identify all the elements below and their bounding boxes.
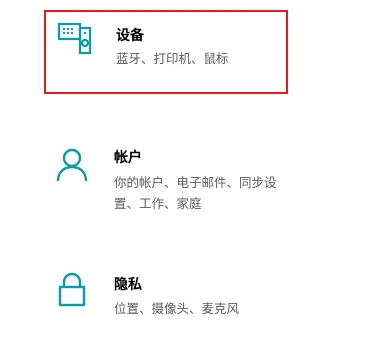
devices-tile[interactable]: 设备 蓝牙、打印机、鼠标 <box>44 10 288 94</box>
lock-icon <box>54 271 90 307</box>
privacy-title: 隐私 <box>114 277 142 293</box>
accounts-title: 帐户 <box>114 150 142 166</box>
devices-icon <box>56 20 92 56</box>
accounts-tile[interactable]: 帐户 你的帐户、电子邮件、同步设置、工作、家庭 <box>44 142 288 222</box>
devices-description: 蓝牙、打印机、鼠标 <box>116 51 229 66</box>
person-icon <box>54 146 90 182</box>
accounts-description: 你的帐户、电子邮件、同步设置、工作、家庭 <box>114 175 277 211</box>
privacy-description: 位置、摄像头、麦克风 <box>114 301 240 316</box>
devices-title: 设备 <box>116 28 144 44</box>
privacy-tile[interactable]: 隐私 位置、摄像头、麦克风 <box>44 268 288 348</box>
